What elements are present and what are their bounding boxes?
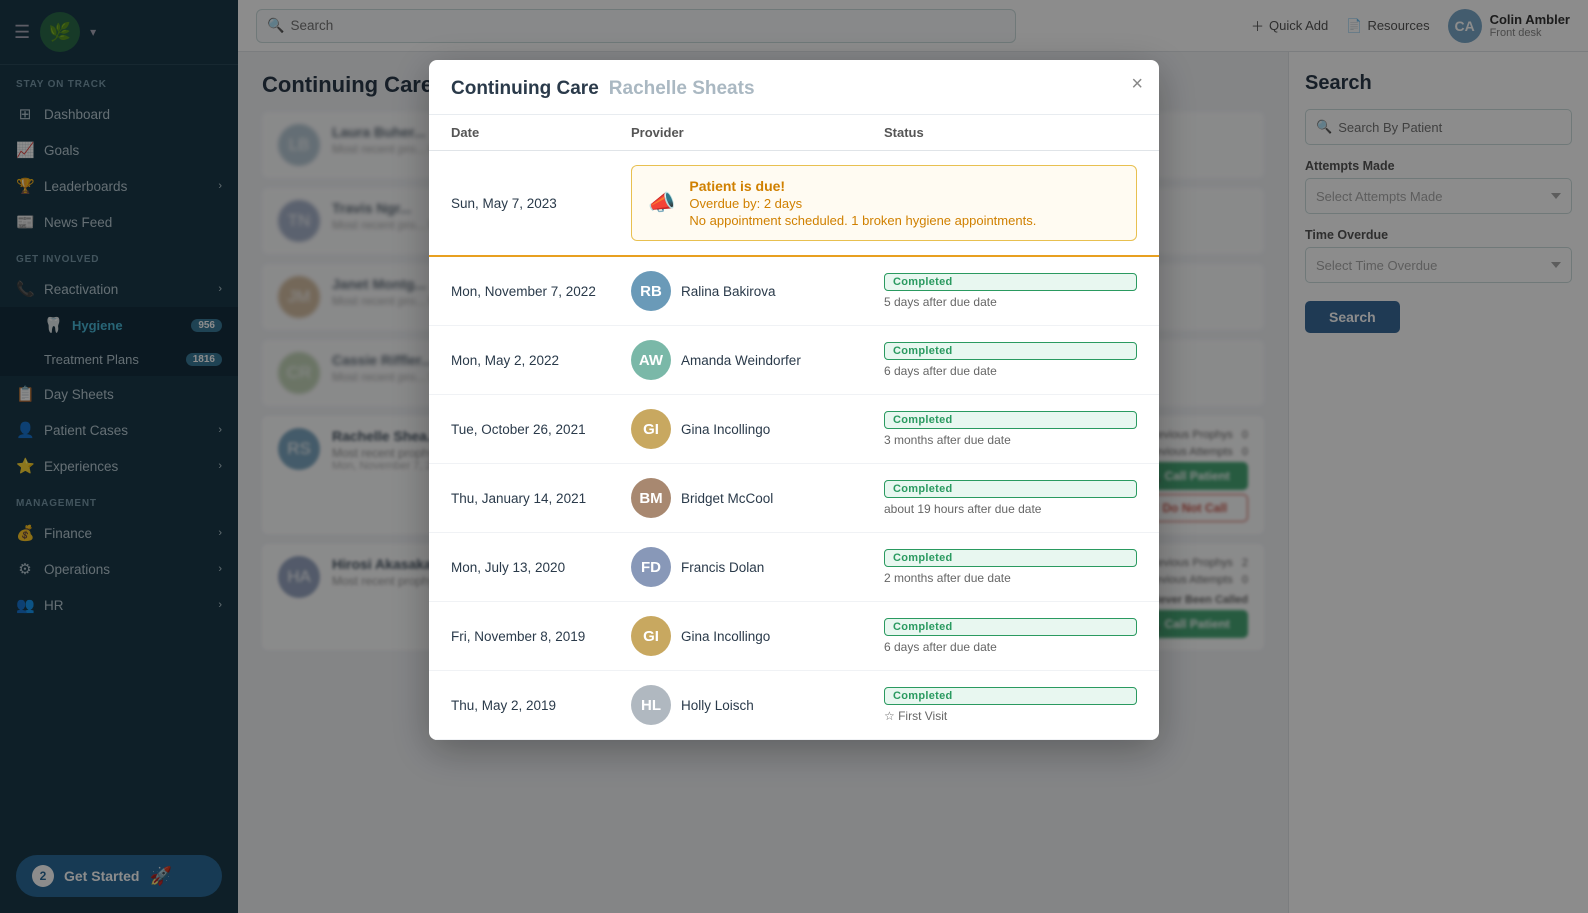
status-badge: Completed: [884, 273, 1137, 291]
due-date: Sun, May 7, 2023: [451, 196, 631, 211]
status-badge: Completed: [884, 549, 1137, 567]
modal-row: Mon, November 7, 2022RB Ralina Bakirova Co…: [429, 257, 1159, 326]
col-provider: Provider: [631, 125, 884, 140]
provider-name: Bridget McCool: [681, 491, 773, 506]
status-cell: Completed 3 months after due date: [884, 411, 1137, 447]
status-cell: Completed 2 months after due date: [884, 549, 1137, 585]
provider-cell: RB Ralina Bakirova: [631, 271, 884, 311]
provider-cell: AW Amanda Weindorfer: [631, 340, 884, 380]
modal-row: Fri, November 8, 2019GI Gina Incollingo Co…: [429, 602, 1159, 671]
avatar: GI: [631, 409, 671, 449]
provider-name: Holly Loisch: [681, 698, 754, 713]
alert-overdue: Overdue by: 2 days: [689, 196, 1036, 211]
provider-name: Gina Incollingo: [681, 629, 770, 644]
row-date: Thu, May 2, 2019: [451, 698, 631, 713]
avatar: AW: [631, 340, 671, 380]
provider-cell: BM Bridget McCool: [631, 478, 884, 518]
row-date: Mon, May 2, 2022: [451, 353, 631, 368]
provider-cell: GI Gina Incollingo: [631, 616, 884, 656]
modal-rows: Mon, November 7, 2022RB Ralina Bakirova Co…: [429, 257, 1159, 740]
modal-row: Mon, May 2, 2022AW Amanda Weindorfer Compl…: [429, 326, 1159, 395]
provider-cell: FD Francis Dolan: [631, 547, 884, 587]
modal-title: Continuing Care: [451, 78, 599, 100]
due-alert-box: 📣 Patient is due! Overdue by: 2 days No …: [631, 165, 1137, 241]
status-sub: 3 months after due date: [884, 433, 1137, 447]
avatar: FD: [631, 547, 671, 587]
avatar: HL: [631, 685, 671, 725]
status-sub: 5 days after due date: [884, 295, 1137, 309]
col-date: Date: [451, 125, 631, 140]
modal-row: Thu, May 2, 2019HL Holly Loisch Completed ☆…: [429, 671, 1159, 740]
status-cell: Completed 6 days after due date: [884, 618, 1137, 654]
status-cell: Completed about 19 hours after due date: [884, 480, 1137, 516]
row-date: Tue, October 26, 2021: [451, 422, 631, 437]
status-badge: Completed: [884, 618, 1137, 636]
row-date: Fri, November 8, 2019: [451, 629, 631, 644]
status-sub: about 19 hours after due date: [884, 502, 1137, 516]
provider-name: Francis Dolan: [681, 560, 764, 575]
alert-icon: 📣: [648, 190, 675, 216]
status-sub: 6 days after due date: [884, 364, 1137, 378]
status-cell: Completed ☆ First Visit: [884, 687, 1137, 723]
provider-name: Gina Incollingo: [681, 422, 770, 437]
row-date: Mon, November 7, 2022: [451, 284, 631, 299]
avatar: RB: [631, 271, 671, 311]
provider-cell: GI Gina Incollingo: [631, 409, 884, 449]
provider-name: Amanda Weindorfer: [681, 353, 801, 368]
provider-cell: HL Holly Loisch: [631, 685, 884, 725]
col-status: Status: [884, 125, 1137, 140]
alert-title: Patient is due!: [689, 178, 1036, 194]
status-cell: Completed 6 days after due date: [884, 342, 1137, 378]
status-sub: ☆ First Visit: [884, 709, 1137, 723]
status-badge: Completed: [884, 342, 1137, 360]
modal-due-row: Sun, May 7, 2023 📣 Patient is due! Overd…: [429, 151, 1159, 257]
row-date: Mon, July 13, 2020: [451, 560, 631, 575]
status-sub: 6 days after due date: [884, 640, 1137, 654]
avatar: BM: [631, 478, 671, 518]
modal-row: Mon, July 13, 2020FD Francis Dolan Complet…: [429, 533, 1159, 602]
modal-row: Tue, October 26, 2021GI Gina Incollingo Co…: [429, 395, 1159, 464]
modal-patient-name: Rachelle Sheats: [609, 78, 755, 100]
alert-note: No appointment scheduled. 1 broken hygie…: [689, 213, 1036, 228]
status-sub: 2 months after due date: [884, 571, 1137, 585]
row-date: Thu, January 14, 2021: [451, 491, 631, 506]
status-badge: Completed: [884, 411, 1137, 429]
status-cell: Completed 5 days after due date: [884, 273, 1137, 309]
status-badge: Completed: [884, 480, 1137, 498]
avatar: GI: [631, 616, 671, 656]
modal-header: Continuing Care Rachelle Sheats ×: [429, 60, 1159, 115]
continuing-care-modal: Continuing Care Rachelle Sheats × Date P…: [429, 60, 1159, 740]
modal-overlay: Continuing Care Rachelle Sheats × Date P…: [0, 0, 1588, 913]
close-icon[interactable]: ×: [1131, 74, 1143, 94]
modal-table-header: Date Provider Status: [429, 115, 1159, 151]
modal-row: Thu, January 14, 2021BM Bridget McCool Com…: [429, 464, 1159, 533]
provider-name: Ralina Bakirova: [681, 284, 776, 299]
status-badge: Completed: [884, 687, 1137, 705]
